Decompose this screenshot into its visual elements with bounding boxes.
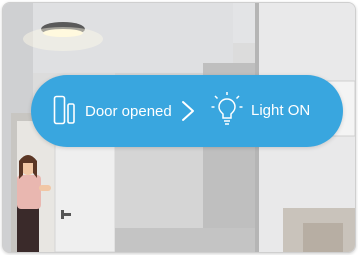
light-bulb-icon [211,92,243,125]
photo-card: Door opened Light ON [2,2,356,253]
chevron-right-icon [182,101,194,121]
action-label: Light ON [251,102,311,119]
automation-badge: Door opened Light ON [31,75,343,147]
trigger-label: Door opened [85,103,172,120]
door-sensor-icon [53,95,75,125]
